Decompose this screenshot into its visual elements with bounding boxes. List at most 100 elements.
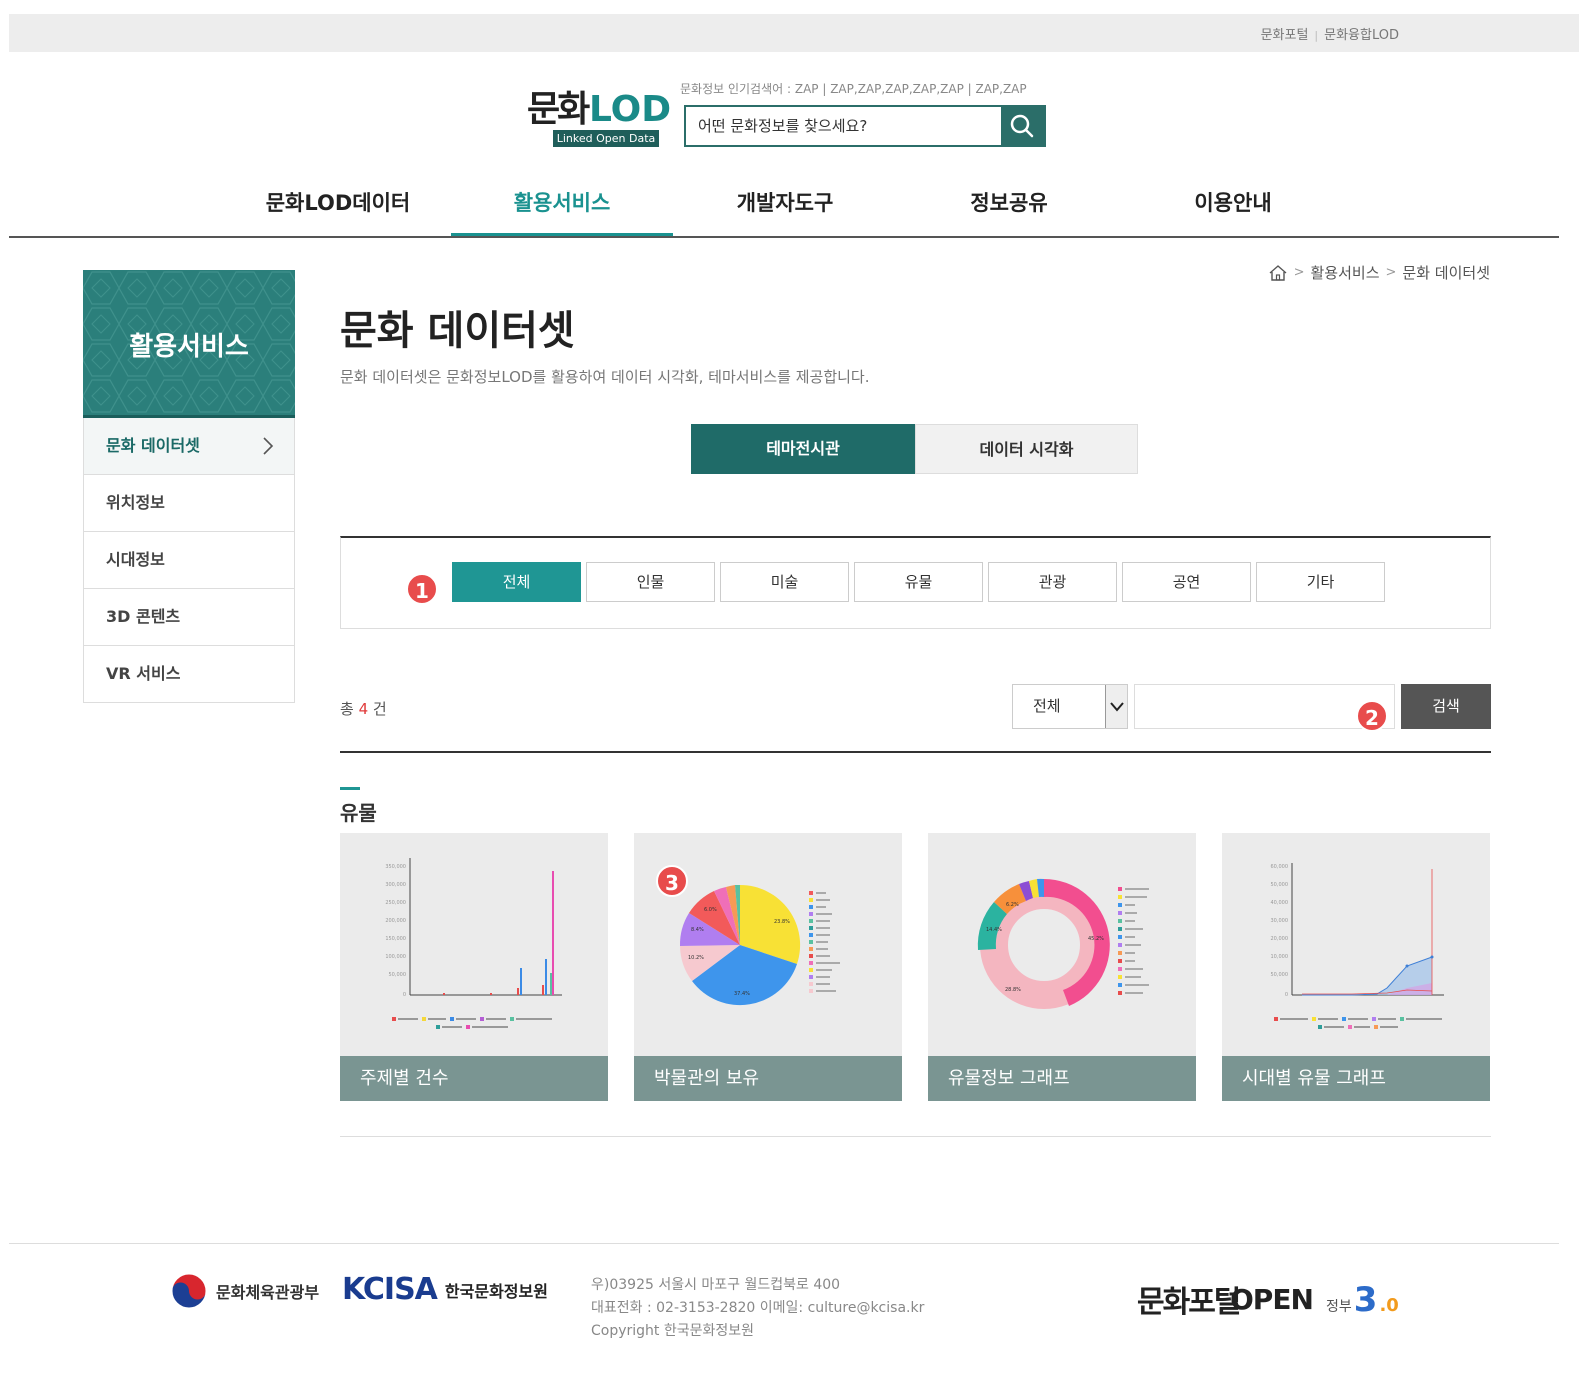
filter-performance[interactable]: 공연 <box>1122 562 1251 602</box>
popular-label: 문화정보 인기검색어 : <box>680 82 792 96</box>
svg-text:150,000: 150,000 <box>385 936 406 942</box>
popular-keywords: 문화정보 인기검색어 : ZAP | ZAP,ZAP,ZAP,ZAP,ZAP |… <box>680 80 1044 97</box>
chart-thumbnail-bar: 350,000 300,000 250,000 200,000 150,000 100,… <box>385 858 562 1029</box>
chart-thumbnail-area: 60,000 50,000 40,000 30,000 20,000 10,000 50… <box>1271 863 1444 1029</box>
sidebar-item-label: 3D 콘텐츠 <box>106 607 181 626</box>
filter-person[interactable]: 인물 <box>586 562 715 602</box>
chart-thumbnail-donut: 45.2% 28.8% 14.4% 6.2% <box>977 878 1149 1009</box>
sidebar-item-location[interactable]: 위치정보 <box>84 475 294 532</box>
link-culture-lod[interactable]: 문화융합LOD <box>1324 28 1399 43</box>
svg-text:300,000: 300,000 <box>385 882 406 888</box>
list-divider <box>340 751 1491 753</box>
nav-services[interactable]: 활용서비스 <box>451 178 673 236</box>
logo-tagline: Linked Open Data <box>553 130 659 147</box>
nav-lod-data[interactable]: 문화LOD데이터 <box>227 178 449 236</box>
svg-text:50,000: 50,000 <box>1271 972 1289 978</box>
breadcrumb-current[interactable]: 문화 데이터셋 <box>1402 262 1490 283</box>
logo-text: 문화 <box>527 89 590 130</box>
svg-text:10,000: 10,000 <box>1271 954 1289 960</box>
nav-guide[interactable]: 이용안내 <box>1122 178 1344 236</box>
chevron-right-icon: > <box>1385 265 1397 280</box>
filter-etc[interactable]: 기타 <box>1256 562 1385 602</box>
filter-tour[interactable]: 관광 <box>988 562 1117 602</box>
svg-text:30,000: 30,000 <box>1271 918 1289 924</box>
page-title: 문화 데이터셋 <box>340 308 575 354</box>
link-culture-portal[interactable]: 문화포털 <box>1261 28 1309 43</box>
svg-text:6.2%: 6.2% <box>1006 902 1019 908</box>
dataset-card[interactable]: 45.2% 28.8% 14.4% 6.2% 유물정보 그래프 <box>928 833 1196 1101</box>
svg-text:10.2%: 10.2% <box>688 955 704 961</box>
category-filter: 전체 인물 미술 유물 관광 공연 기타 <box>340 536 1491 629</box>
total-prefix: 총 <box>340 700 354 718</box>
card-title: 시대별 유물 그래프 <box>1222 1056 1490 1101</box>
gov-decimal: .0 <box>1379 1295 1399 1316</box>
tab-data-visual[interactable]: 데이터 시각화 <box>915 424 1138 474</box>
gov30-logo[interactable]: 정부 3 .0 <box>1326 1280 1399 1320</box>
sidebar-item-3d[interactable]: 3D 콘텐츠 <box>84 589 294 646</box>
main-search <box>684 105 1046 147</box>
chevron-right-icon <box>263 437 274 455</box>
nav-dev-tools[interactable]: 개발자도구 <box>674 178 896 236</box>
chevron-down-icon <box>1105 685 1127 728</box>
kcisa-logo[interactable]: KCISA 한국문화정보원 <box>342 1272 548 1307</box>
ministry-logo[interactable]: 문화체육관광부 <box>170 1272 319 1310</box>
svg-text:50,000: 50,000 <box>389 972 407 978</box>
annotation-badge: 1 <box>406 573 438 605</box>
sidebar-item-vr[interactable]: VR 서비스 <box>84 646 294 703</box>
svg-text:200,000: 200,000 <box>385 918 406 924</box>
search-input[interactable] <box>686 107 1002 145</box>
svg-text:350,000: 350,000 <box>385 864 406 870</box>
section-marker <box>340 787 360 790</box>
list-search-button[interactable]: 검색 <box>1401 684 1491 729</box>
footer-copyright: Copyright 한국문화정보원 <box>591 1323 755 1339</box>
svg-text:23.8%: 23.8% <box>774 919 790 925</box>
home-icon[interactable] <box>1268 264 1288 282</box>
utility-links: 문화포털 | 문화융합LOD <box>1261 24 1399 43</box>
breadcrumb-services[interactable]: 활용서비스 <box>1311 262 1380 283</box>
sidebar-item-label: 시대정보 <box>106 550 165 569</box>
gov-text: 정부 <box>1326 1299 1352 1315</box>
filter-all[interactable]: 전체 <box>452 562 581 602</box>
content-bottom-divider <box>340 1136 1491 1137</box>
footer-divider <box>9 1243 1559 1244</box>
nav-info-share[interactable]: 정보공유 <box>898 178 1120 236</box>
total-number: 4 <box>358 700 369 718</box>
sidebar-item-label: 문화 데이터셋 <box>106 436 200 455</box>
svg-text:0: 0 <box>403 992 406 998</box>
svg-text:60,000: 60,000 <box>1271 864 1289 870</box>
search-button[interactable] <box>1001 107 1044 145</box>
dataset-card[interactable]: 23.8% 37.4% 10.2% 8.4% 6.0% 3 박물관의 보유 <box>634 833 902 1101</box>
card-title: 유물정보 그래프 <box>928 1056 1196 1101</box>
svg-text:0: 0 <box>1285 992 1288 998</box>
total-count: 총 4 건 <box>340 698 387 719</box>
card-title: 박물관의 보유 <box>634 1056 902 1101</box>
ministry-name: 문화체육관광부 <box>216 1283 320 1302</box>
annotation-badge: 3 <box>656 865 688 897</box>
search-scope-select[interactable]: 전체 <box>1012 684 1128 729</box>
site-logo[interactable]: 문화 LOD Linked Open Data <box>527 89 671 148</box>
sidebar-title: 활용서비스 <box>129 332 249 362</box>
sidebar-item-label: VR 서비스 <box>106 664 181 683</box>
dataset-card[interactable]: 60,000 50,000 40,000 30,000 20,000 10,000 50… <box>1222 833 1490 1101</box>
filter-relic[interactable]: 유물 <box>854 562 983 602</box>
sidebar-item-dataset[interactable]: 문화 데이터셋 <box>84 418 294 475</box>
sidebar-item-era[interactable]: 시대정보 <box>84 532 294 589</box>
separator: | <box>1314 29 1319 42</box>
total-suffix: 건 <box>372 700 387 718</box>
list-search-input[interactable] <box>1134 684 1395 729</box>
tab-theme-exhibit[interactable]: 테마전시관 <box>691 424 915 474</box>
open-logo[interactable]: OPEN <box>1230 1283 1314 1316</box>
search-icon <box>1010 114 1034 138</box>
select-value: 전체 <box>1033 697 1061 715</box>
sidebar-item-label: 위치정보 <box>106 493 165 512</box>
utility-bar: 문화포털 | 문화융합LOD <box>9 14 1579 52</box>
sidebar-header: 활용서비스 <box>83 270 295 418</box>
filter-art[interactable]: 미술 <box>720 562 849 602</box>
svg-text:45.2%: 45.2% <box>1088 936 1104 942</box>
culture-portal-logo[interactable]: 문화포털 <box>1137 1277 1241 1321</box>
breadcrumb: > 활용서비스 > 문화 데이터셋 <box>1268 262 1490 283</box>
popular-terms[interactable]: ZAP | ZAP,ZAP,ZAP,ZAP,ZAP | ZAP,ZAP <box>795 82 1027 96</box>
dataset-card[interactable]: 350,000 300,000 250,000 200,000 150,000 100,… <box>340 833 608 1101</box>
svg-text:100,000: 100,000 <box>385 954 406 960</box>
svg-text:20,000: 20,000 <box>1271 936 1289 942</box>
